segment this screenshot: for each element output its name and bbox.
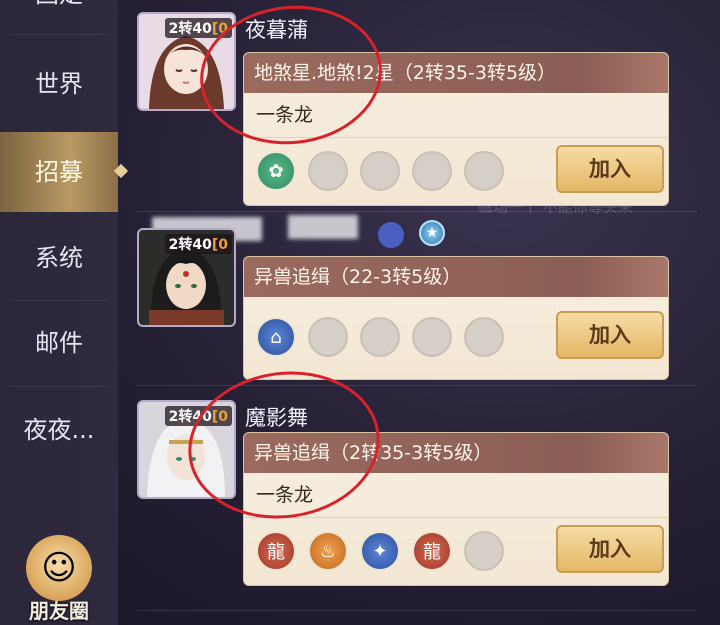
empty-slot (412, 151, 452, 191)
sidebar-item-label: 夜夜... (23, 416, 95, 444)
join-button[interactable]: 加入 (556, 311, 664, 359)
join-button[interactable]: 加入 (556, 525, 664, 573)
divider (10, 300, 108, 301)
sidebar-item-system[interactable]: 系统 (0, 218, 118, 298)
compass-class-icon: ✦ (360, 531, 400, 571)
temple-class-icon: ⌂ (256, 317, 296, 357)
dragon-class-icon: 龍 (256, 531, 296, 571)
lotus-class-icon: ✿ (256, 151, 296, 191)
member-slots: ✿ (256, 151, 504, 191)
divider (10, 34, 108, 35)
active-pointer-icon (113, 163, 129, 179)
team-card: 异兽追缉（22-3转5级） ⌂ 加入 (243, 256, 669, 380)
empty-slot (464, 151, 504, 191)
sidebar-item-fixed[interactable]: 固定 (0, 0, 118, 34)
divider (137, 385, 697, 386)
sidebar-item-recruit[interactable]: 招募 (0, 132, 129, 212)
sidebar-item-label: 招募 (35, 158, 83, 186)
member-slots: 龍 ♨ ✦ 龍 (256, 531, 504, 571)
friend-circle-icon: ☺ (26, 535, 92, 601)
sidebar-item-mail[interactable]: 邮件 (0, 303, 118, 383)
empty-slot (308, 151, 348, 191)
sidebar-item-label: 邮件 (35, 329, 83, 357)
friend-circle-label: 朋友圈 (29, 599, 89, 623)
friend-circle-button[interactable]: ☺ 朋友圈 (14, 535, 104, 625)
empty-slot (412, 317, 452, 357)
join-button[interactable]: 加入 (556, 145, 664, 193)
sidebar-item-yeye[interactable]: 夜夜... (0, 390, 118, 470)
empty-slot (360, 151, 400, 191)
empty-slot (308, 317, 348, 357)
flame-class-icon: ♨ (308, 531, 348, 571)
divider (137, 211, 697, 212)
level-badge: 2转40[0 (164, 234, 232, 254)
empty-slot (360, 317, 400, 357)
dragon-class-icon: 龍 (412, 531, 452, 571)
sidebar-item-label: 世界 (35, 70, 83, 98)
empty-slot (464, 317, 504, 357)
sidebar-item-world[interactable]: 世界 (0, 44, 118, 124)
sidebar-item-label: 固定 (35, 0, 83, 8)
recruit-row: 2转40[0 异兽追缉（22-3转5级） ⌂ 加入 (137, 228, 697, 408)
team-title: 异兽追缉（22-3转5级） (244, 257, 668, 297)
divider (10, 386, 108, 387)
divider (137, 610, 697, 611)
player-avatar[interactable]: 2转40[0 (137, 228, 236, 327)
sidebar-item-label: 系统 (35, 244, 83, 272)
empty-slot (464, 531, 504, 571)
sidebar: 固定 世界 招募 系统 邮件 夜夜... ☺ 朋友圈 (0, 0, 129, 625)
member-slots: ⌂ (256, 317, 504, 357)
